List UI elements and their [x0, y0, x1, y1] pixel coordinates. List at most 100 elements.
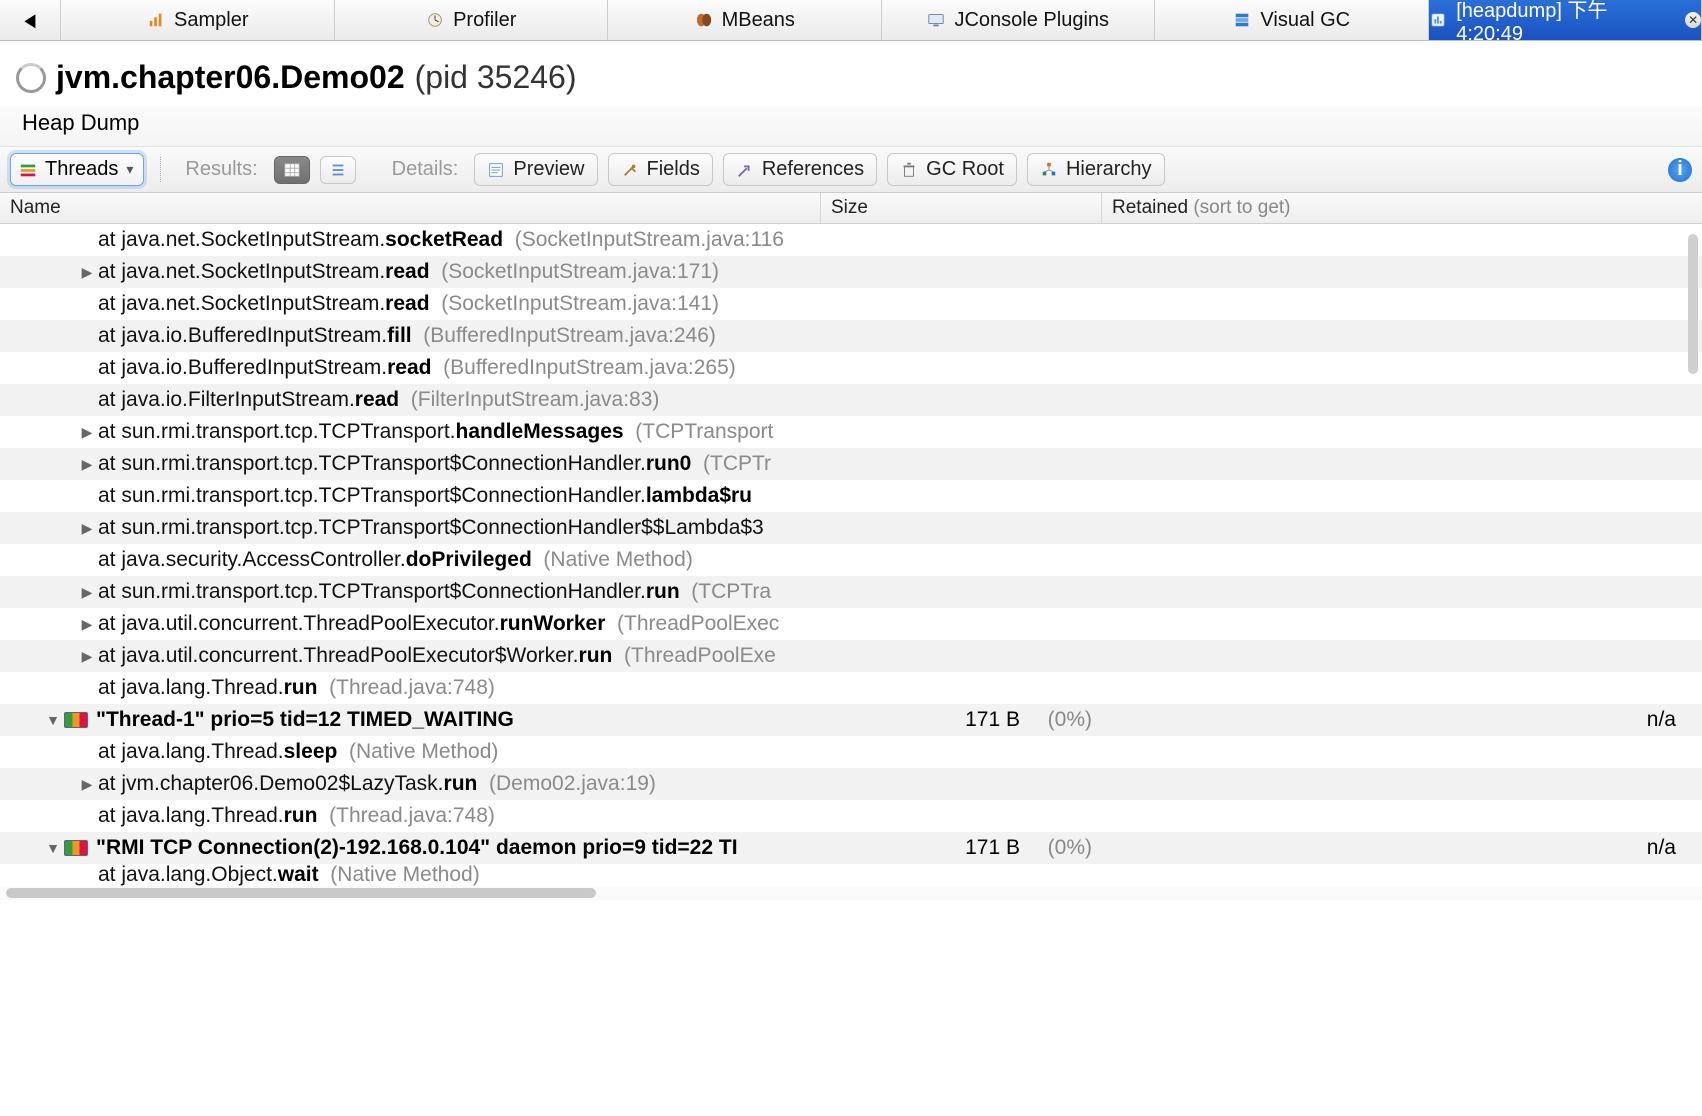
tab-label: Profiler	[453, 9, 516, 32]
column-retained-label: Retained	[1112, 197, 1188, 218]
stack-row[interactable]: ▶at sun.rmi.transport.tcp.TCPTransport$C…	[0, 448, 1702, 480]
details-label: Details:	[386, 158, 465, 181]
stack-row[interactable]: at java.security.AccessController.doPriv…	[0, 544, 1702, 576]
stack-method: run	[646, 580, 680, 604]
gcroot-button[interactable]: GC Root	[887, 153, 1017, 186]
stack-method: run	[284, 676, 318, 700]
stack-method: wait	[278, 863, 319, 887]
button-label: Fields	[647, 158, 700, 181]
disclosure-triangle-icon[interactable]: ▼	[44, 711, 62, 729]
spinner-icon	[16, 63, 46, 93]
stack-row[interactable]: ▶at java.net.SocketInputStream.read (Soc…	[0, 256, 1702, 288]
thread-row[interactable]: ▼"RMI TCP Connection(2)-192.168.0.104" d…	[0, 832, 1702, 864]
tab-mbeans[interactable]: MBeans	[608, 0, 882, 40]
subheader: Heap Dump	[0, 106, 1702, 147]
stack-row[interactable]: at java.lang.Thread.sleep (Native Method…	[0, 736, 1702, 768]
stack-location: (ThreadPoolExec	[605, 612, 779, 636]
info-icon[interactable]: i	[1668, 158, 1692, 182]
disclosure-triangle-icon[interactable]: ▶	[78, 583, 96, 601]
column-retained[interactable]: Retained (sort to get)	[1102, 193, 1702, 223]
tab-jconsole-plugins[interactable]: JConsole Plugins	[882, 0, 1156, 40]
scroll-thumb[interactable]	[6, 888, 596, 898]
stack-location	[752, 484, 764, 508]
stack-row[interactable]: ▶at jvm.chapter06.Demo02$LazyTask.run (D…	[0, 768, 1702, 800]
disclosure-triangle-icon[interactable]	[78, 359, 96, 377]
disclosure-triangle-icon[interactable]: ▼	[44, 839, 62, 857]
tab-nav-back[interactable]: ◀	[0, 0, 61, 40]
disclosure-triangle-icon[interactable]: ▶	[78, 455, 96, 473]
stack-location: (SocketInputStream.java:141)	[430, 292, 719, 316]
stack-location	[764, 516, 776, 540]
stack-row[interactable]: ▶at sun.rmi.transport.tcp.TCPTransport$C…	[0, 512, 1702, 544]
disclosure-triangle-icon[interactable]	[78, 551, 96, 569]
stack-package: at java.util.concurrent.ThreadPoolExecut…	[98, 644, 579, 668]
disclosure-triangle-icon[interactable]	[78, 807, 96, 825]
disclosure-triangle-icon[interactable]: ▶	[78, 423, 96, 441]
disclosure-triangle-icon[interactable]	[78, 327, 96, 345]
disclosure-triangle-icon[interactable]	[78, 679, 96, 697]
size-cell: 171 B	[820, 836, 1032, 860]
thread-row[interactable]: ▼"Thread-1" prio=5 tid=12 TIMED_WAITING1…	[0, 704, 1702, 736]
column-size[interactable]: Size	[821, 193, 1102, 223]
stack-method: read	[355, 388, 399, 412]
stack-row[interactable]: at sun.rmi.transport.tcp.TCPTransport$Co…	[0, 480, 1702, 512]
view-selector[interactable]: Threads ▾	[10, 153, 144, 186]
tab-sampler[interactable]: Sampler	[61, 0, 335, 40]
stack-row[interactable]: at java.lang.Object.wait (Native Method)	[0, 864, 1702, 886]
size-percent-cell: (0%)	[1032, 836, 1102, 860]
thread-label: "Thread-1" prio=5 tid=12 TIMED_WAITING	[96, 708, 514, 732]
stack-location: (Thread.java:748)	[317, 804, 494, 828]
references-button[interactable]: References	[723, 153, 877, 186]
disclosure-triangle-icon[interactable]: ▶	[78, 263, 96, 281]
tab-profiler[interactable]: Profiler	[335, 0, 609, 40]
preview-button[interactable]: Preview	[474, 153, 597, 186]
column-name[interactable]: Name	[0, 193, 821, 223]
stack-location: (BufferedInputStream.java:265)	[431, 356, 735, 380]
sampler-icon	[146, 10, 166, 30]
vertical-scrollbar[interactable]	[1688, 234, 1698, 374]
tab-visual-gc[interactable]: Visual GC	[1155, 0, 1429, 40]
stack-row[interactable]: ▶at sun.rmi.transport.tcp.TCPTransport$C…	[0, 576, 1702, 608]
tab-heapdump[interactable]: [heapdump] 下午4:20:49 ✕	[1429, 0, 1702, 40]
stack-package: at sun.rmi.transport.tcp.TCPTransport$Co…	[98, 452, 646, 476]
stack-row[interactable]: at java.net.SocketInputStream.read (Sock…	[0, 288, 1702, 320]
top-tabstrip: ◀ Sampler Profiler MBeans JConsole Plugi…	[0, 0, 1702, 41]
stack-row[interactable]: ▶at java.util.concurrent.ThreadPoolExecu…	[0, 640, 1702, 672]
stack-location: (ThreadPoolExe	[612, 644, 775, 668]
stack-location: (Native Method)	[532, 548, 693, 572]
stack-package: at java.net.SocketInputStream.	[98, 228, 385, 252]
stack-row[interactable]: at java.net.SocketInputStream.socketRead…	[0, 224, 1702, 256]
size-percent-cell: (0%)	[1032, 708, 1102, 732]
stack-location: (SocketInputStream.java:171)	[430, 260, 719, 284]
disclosure-triangle-icon[interactable]: ▶	[78, 519, 96, 537]
stack-method: sleep	[284, 740, 338, 764]
stack-row[interactable]: at java.io.BufferedInputStream.fill (Buf…	[0, 320, 1702, 352]
results-tabular-button[interactable]	[274, 156, 310, 184]
disclosure-triangle-icon[interactable]	[78, 231, 96, 249]
stack-row[interactable]: ▶at sun.rmi.transport.tcp.TCPTransport.h…	[0, 416, 1702, 448]
disclosure-triangle-icon[interactable]	[78, 295, 96, 313]
hierarchy-button[interactable]: Hierarchy	[1027, 153, 1165, 186]
results-tree-button[interactable]	[320, 156, 356, 184]
disclosure-triangle-icon[interactable]: ▶	[78, 615, 96, 633]
disclosure-triangle-icon[interactable]: ▶	[78, 647, 96, 665]
stack-row[interactable]: at java.lang.Thread.run (Thread.java:748…	[0, 672, 1702, 704]
disclosure-triangle-icon[interactable]	[78, 391, 96, 409]
stack-package: at java.util.concurrent.ThreadPoolExecut…	[98, 612, 500, 636]
horizontal-scrollbar[interactable]	[0, 886, 1702, 900]
disclosure-triangle-icon[interactable]: ▶	[78, 775, 96, 793]
close-icon[interactable]: ✕	[1685, 12, 1701, 28]
stack-method: read	[385, 260, 429, 284]
stack-location: (Native Method)	[337, 740, 498, 764]
disclosure-triangle-icon[interactable]	[78, 487, 96, 505]
stack-package: at jvm.chapter06.Demo02$LazyTask.	[98, 772, 444, 796]
stack-row[interactable]: at java.lang.Thread.run (Thread.java:748…	[0, 800, 1702, 832]
disclosure-triangle-icon[interactable]	[78, 743, 96, 761]
stack-row[interactable]: at java.io.FilterInputStream.read (Filte…	[0, 384, 1702, 416]
disclosure-triangle-icon[interactable]	[78, 866, 96, 884]
stack-row[interactable]: ▶at java.util.concurrent.ThreadPoolExecu…	[0, 608, 1702, 640]
button-label: References	[762, 158, 864, 181]
fields-button[interactable]: Fields	[608, 153, 713, 186]
stack-package: at java.lang.Thread.	[98, 740, 284, 764]
stack-row[interactable]: at java.io.BufferedInputStream.read (Buf…	[0, 352, 1702, 384]
